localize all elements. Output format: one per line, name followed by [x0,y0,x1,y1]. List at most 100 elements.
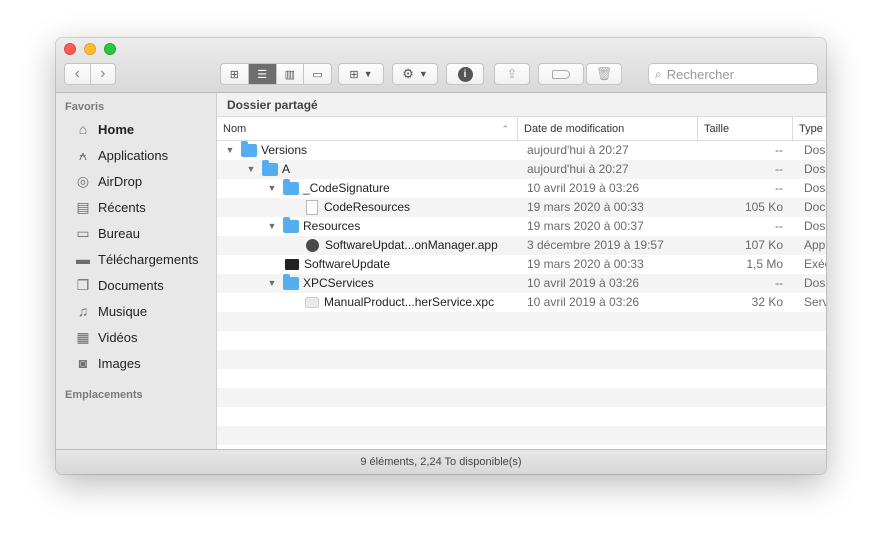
sidebar-section-favorites: Favoris [65,101,105,113]
table-row[interactable]: ▼ Resources 19 mars 2020 à 00:37 -- Doss… [217,217,826,236]
sidebar-item-images[interactable]: ◙ Images [73,351,141,375]
folder-icon [283,217,299,233]
share-button[interactable]: ⇪ [494,63,530,85]
column-header: Nom ⌃ Date de modification Taille Type [217,117,826,141]
sidebar-item-applications[interactable]: ⍲ Applications [73,143,168,167]
sidebar-item-home[interactable]: ⌂ Home [73,117,134,141]
toolbar: ‹ › ⊞ ☰ ▥ ▭ ⊞ ▼ ⚙ ▼ i ⇪ 🗑 ⌕ Rechercher [56,38,826,93]
file-size: -- [775,276,783,290]
file-date: 3 décembre 2019 à 19:57 [527,238,664,252]
gear-icon: ⚙ [402,66,414,81]
empty-row [217,369,826,388]
file-date: 10 avril 2019 à 03:26 [527,295,640,309]
file-name: XPCServices [303,276,374,290]
tag-icon [552,69,570,79]
column-name[interactable]: Nom ⌃ [217,117,517,141]
file-date: 10 avril 2019 à 03:26 [527,181,640,195]
action-button[interactable]: ⚙ ▼ [392,63,438,85]
disclosure-expanded-icon[interactable]: ▼ [223,141,237,160]
table-row[interactable]: ▼ _CodeSignature 10 avril 2019 à 03:26 -… [217,179,826,198]
file-kind: Dossier [804,181,826,195]
sidebar-item-documents[interactable]: ❐ Documents [73,273,164,297]
table-row[interactable]: SoftwareUpdat...onManager.app 3 décembre… [217,236,826,255]
table-row[interactable]: SoftwareUpdate 19 mars 2020 à 00:33 1,5 … [217,255,826,274]
group-button[interactable]: ⊞ ▼ [338,63,384,85]
forward-button[interactable]: › [91,64,116,84]
share-icon: ⇪ [506,66,518,81]
folder-icon [241,141,257,157]
empty-row [217,426,826,445]
back-button[interactable]: ‹ [65,64,91,84]
column-date[interactable]: Date de modification [517,117,697,141]
info-button[interactable]: i [446,63,484,85]
minimize-button[interactable] [84,43,96,55]
file-size: -- [775,219,783,233]
application-icon [306,239,319,252]
sidebar-item-recents[interactable]: ▤ Récents [73,195,146,219]
disclosure-expanded-icon[interactable]: ▼ [265,179,279,198]
disclosure-expanded-icon[interactable]: ▼ [265,274,279,293]
file-kind: Service [804,295,826,309]
file-kind: Dossier [804,219,826,233]
sidebar-item-label: Téléchargements [98,251,199,267]
close-button[interactable] [64,43,76,55]
table-row[interactable]: ManualProduct...herService.xpc 10 avril … [217,293,826,312]
sidebar: Favoris ⌂ Home ⍲ Applications ◎ AirDrop … [56,93,217,449]
table-row[interactable]: ▼ A aujourd'hui à 20:27 -- Dossier [217,160,826,179]
table-row[interactable]: CodeResources 19 mars 2020 à 00:33 105 K… [217,198,826,217]
home-icon: ⌂ [78,121,88,137]
desktop-icon: ▭ [76,224,90,241]
sidebar-section-locations: Emplacements [65,389,143,401]
trash-icon: 🗑 [595,66,613,81]
trash-button[interactable]: 🗑 [586,63,622,85]
table-row[interactable]: ▼ Versions aujourd'hui à 20:27 -- Dossie… [217,141,826,160]
chevron-down-icon: ▼ [418,69,428,79]
disclosure-expanded-icon[interactable]: ▼ [265,217,279,236]
folder-icon [283,274,299,290]
table-row[interactable]: ▼ XPCServices 10 avril 2019 à 03:26 -- D… [217,274,826,293]
file-name: _CodeSignature [303,181,390,195]
sidebar-item-label: Applications [98,147,169,163]
list-view-button[interactable]: ☰ [248,64,277,84]
sidebar-item-airdrop[interactable]: ◎ AirDrop [73,169,142,193]
sidebar-item-label: Vidéos [98,329,138,345]
info-icon: i [457,66,473,82]
zoom-button[interactable] [104,43,116,55]
column-kind[interactable]: Type [792,117,826,141]
column-size-label: Taille [704,123,730,135]
file-size: 1,5 Mo [746,257,783,271]
group-icon: ⊞ [349,68,359,81]
tag-button[interactable] [538,63,584,85]
status-bar: 9 éléments, 2,24 To disponible(s) [56,449,826,474]
icon-view-button[interactable]: ⊞ [221,64,249,84]
sidebar-item-music[interactable]: ♫ Musique [73,299,147,323]
empty-row [217,331,826,350]
sidebar-item-label: Documents [98,277,164,293]
file-rows: ▼ Versions aujourd'hui à 20:27 -- Dossie… [217,141,826,445]
file-size: 32 Ko [751,295,783,309]
search-field[interactable]: ⌕ Rechercher [648,63,818,85]
file-kind: Dossier [804,276,826,290]
file-kind: Exécutable [804,257,826,271]
gallery-view-button[interactable]: ▭ [304,64,331,84]
file-size: 105 Ko [744,200,783,214]
disclosure-expanded-icon[interactable]: ▼ [244,160,258,179]
file-name: ManualProduct...herService.xpc [324,295,495,309]
file-kind: Dossier [804,162,826,176]
column-name-label: Nom [223,123,247,135]
file-size: -- [775,162,783,176]
airdrop-icon: ◎ [76,172,90,189]
sidebar-item-downloads[interactable]: ▬ Téléchargements [73,247,198,271]
folder-icon [283,179,299,195]
file-name: Resources [303,219,361,233]
file-name: SoftwareUpdate [304,257,391,271]
sidebar-item-label: Récents [98,199,146,215]
column-view-button[interactable]: ▥ [277,64,305,84]
sidebar-item-videos[interactable]: ▦ Vidéos [73,325,138,349]
file-name: CodeResources [324,200,411,214]
column-size[interactable]: Taille [697,117,792,141]
search-icon: ⌕ [655,66,662,81]
sidebar-item-desktop[interactable]: ▭ Bureau [73,221,140,245]
sort-ascending-icon: ⌃ [501,124,509,134]
column-date-label: Date de modification [524,123,625,135]
